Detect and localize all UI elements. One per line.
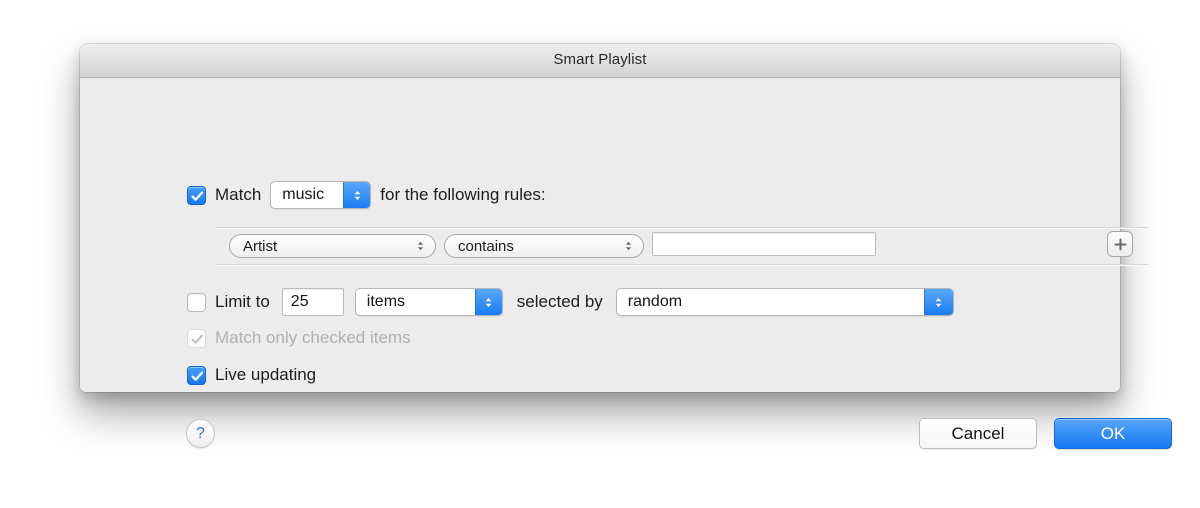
rule-value-input[interactable]	[652, 232, 876, 256]
window-title: Smart Playlist	[553, 51, 647, 68]
chevron-updown-icon	[343, 182, 371, 208]
ok-button[interactable]: OK	[1054, 418, 1172, 449]
live-updating-label: Live updating	[215, 365, 317, 384]
checkmark-icon	[191, 370, 204, 381]
rules-separator-top	[216, 227, 1148, 228]
limit-order-value: random	[627, 293, 683, 310]
match-suffix-label: for the following rules:	[380, 185, 546, 204]
chevron-updown-icon	[923, 289, 953, 315]
rule-operator-dropdown[interactable]: contains	[444, 234, 644, 258]
chevron-updown-small-icon	[416, 240, 425, 253]
selected-by-label: selected by	[516, 292, 603, 311]
rules-area: Artist contains	[216, 227, 1148, 265]
cancel-button-label: Cancel	[951, 423, 1005, 443]
match-checkbox[interactable]	[187, 185, 206, 205]
dialog-body: Match music for the following rules: Art…	[80, 79, 1172, 449]
ok-button-label: OK	[1100, 423, 1126, 443]
limit-row: Limit to 25 items selected by random	[187, 288, 954, 316]
checkmark-icon	[191, 190, 204, 201]
help-button[interactable]: ?	[186, 419, 215, 448]
match-only-checked-label: Match only checked items	[215, 328, 411, 347]
rules-separator-bottom	[216, 264, 1148, 265]
limit-unit-popup[interactable]: items	[354, 288, 503, 316]
match-only-checked-checkbox	[187, 328, 206, 348]
title-bar[interactable]: Smart Playlist	[80, 44, 1120, 78]
smart-playlist-dialog: Smart Playlist Match music for the follo…	[80, 44, 1172, 449]
question-mark-icon: ?	[196, 424, 205, 442]
match-scope-value: music	[282, 186, 325, 203]
match-row: Match music for the following rules:	[187, 181, 546, 209]
limit-order-popup[interactable]: random	[615, 288, 954, 316]
checkmark-icon	[191, 334, 204, 344]
add-rule-button[interactable]	[1107, 231, 1133, 257]
chevron-updown-icon	[474, 289, 502, 315]
match-prefix-label: Match	[215, 185, 262, 204]
rule-operator-value: contains	[458, 237, 514, 255]
limit-label: Limit to	[215, 292, 270, 311]
rule-field-dropdown[interactable]: Artist	[229, 234, 436, 258]
limit-checkbox[interactable]	[187, 292, 206, 312]
chevron-updown-small-icon	[624, 240, 633, 253]
limit-count-input[interactable]: 25	[281, 288, 344, 316]
match-scope-popup[interactable]: music	[270, 181, 372, 209]
rule-field-value: Artist	[243, 237, 278, 255]
screenshot-root: Smart Playlist Match music for the follo…	[0, 0, 1200, 508]
live-updating-row: Live updating	[187, 365, 316, 385]
cancel-button[interactable]: Cancel	[919, 418, 1037, 449]
live-updating-checkbox[interactable]	[187, 365, 206, 385]
match-only-checked-row: Match only checked items	[187, 328, 411, 348]
plus-icon	[1114, 238, 1126, 250]
limit-unit-value: items	[366, 293, 406, 310]
